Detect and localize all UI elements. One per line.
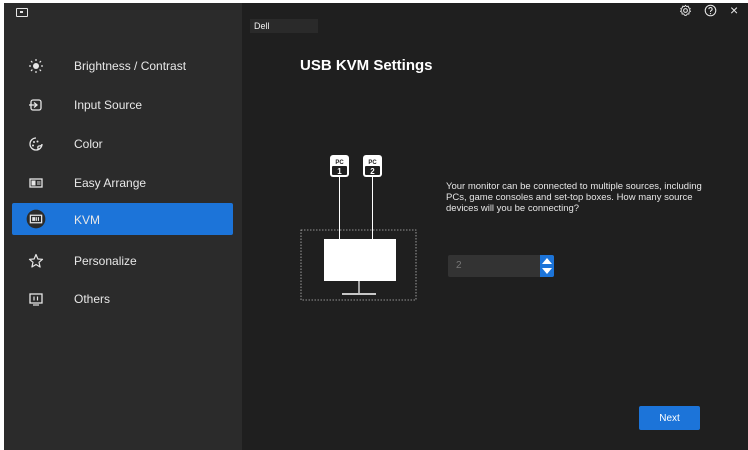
gear-icon[interactable] [679,4,692,17]
sidebar-item-label: Easy Arrange [74,176,147,190]
sidebar-item-personalize[interactable]: Personalize [12,245,233,277]
star-icon [28,253,44,268]
close-icon[interactable]: × [730,2,738,18]
pc-1-number: 1 [337,167,342,176]
brightness-icon [29,59,43,73]
pc-1-tag: PC [335,160,344,166]
next-button[interactable]: Next [639,406,700,430]
chevron-up-down-icon[interactable] [540,255,554,277]
pc-2-tag: PC [368,160,377,166]
app-logo-icon [16,8,28,17]
sidebar: Brightness / Contrast Input Source Color [4,3,242,450]
help-icon[interactable] [704,4,717,17]
sidebar-item-label: KVM [74,213,101,227]
sidebar-item-input-source[interactable]: Input Source [12,89,233,121]
sidebar-item-easy-arrange[interactable]: Easy Arrange [12,167,233,199]
sidebar-item-label: Others [74,292,111,306]
kvm-connection-diagram: PC 1 PC 2 [300,155,417,301]
sidebar-item-others[interactable]: Others [12,283,233,315]
sidebar-item-label: Color [74,137,103,151]
monitor-icon [324,239,396,295]
input-source-icon [29,99,42,111]
stepper-arrows[interactable] [540,255,554,277]
sidebar-item-color[interactable]: Color [12,128,233,160]
kvm-description: Your monitor can be connected to multipl… [446,181,702,214]
easy-arrange-icon [29,178,43,188]
others-icon [29,293,43,306]
main-panel: Dell × USB KVM Settings PC 1 PC 2 Your m… [242,2,748,450]
sidebar-item-label: Personalize [74,254,137,268]
source-count-value: 2 [456,260,462,271]
sidebar-item-label: Input Source [74,98,143,112]
sidebar-item-label: Brightness / Contrast [74,59,187,73]
source-count-stepper[interactable]: 2 [448,255,554,277]
sidebar-item-brightness-contrast[interactable]: Brightness / Contrast [12,50,233,82]
app-window: Brightness / Contrast Input Source Color [4,2,748,450]
page-title: USB KVM Settings [300,57,433,74]
pc-2-number: 2 [370,167,375,176]
sidebar-item-kvm[interactable]: KVM [12,203,233,235]
color-icon [29,137,43,151]
kvm-icon [26,209,46,229]
brand-label: Dell [250,19,318,33]
